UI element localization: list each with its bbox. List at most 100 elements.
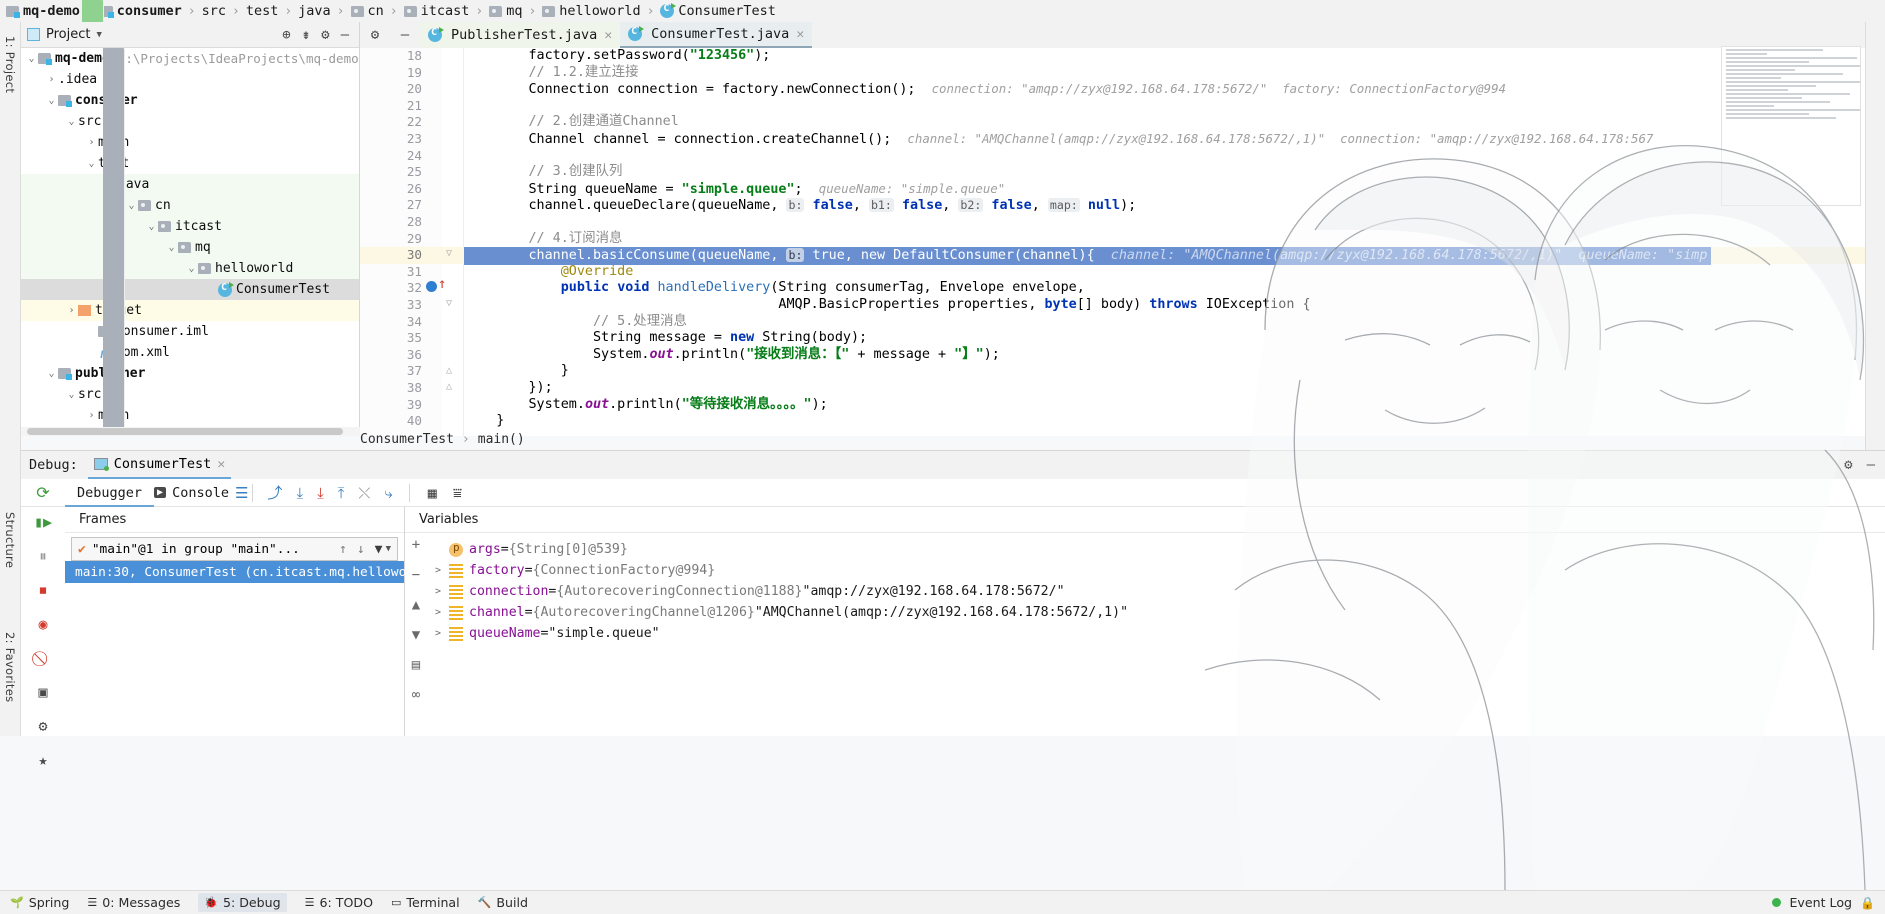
variable-row-factory[interactable]: > factory = {ConnectionFactory@994}	[427, 560, 1885, 581]
code-line[interactable]: 25 // 3.创建队列	[360, 164, 1885, 181]
tree-item-src[interactable]: ⌄ src	[21, 48, 359, 436]
tree-item-consumer-iml[interactable]: consumer.iml	[21, 321, 359, 342]
stop-icon[interactable]: ⏹	[39, 581, 47, 599]
breadcrumb-item-cn[interactable]: cn	[350, 3, 384, 19]
collapse-all-icon[interactable]: ⇟	[302, 28, 310, 42]
status-item-todo[interactable]: ☰ 6: TODO	[305, 895, 373, 910]
chevron-right-icon[interactable]: ›	[45, 74, 58, 85]
breadcrumb-item-helloworld[interactable]: helloworld	[542, 3, 641, 19]
variables-list[interactable]: args = {String[0]@539} > factory = {Connec…	[427, 533, 1885, 736]
breadcrumb-item-src[interactable]: src	[82, 0, 226, 388]
variable-row-connection[interactable]: > connection = {AutorecoveringConnection@…	[427, 581, 1885, 602]
status-item-debug[interactable]: 🐞 5: Debug	[198, 893, 287, 912]
breadcrumb-class[interactable]: ConsumerTest	[360, 432, 454, 447]
chevron-down-icon[interactable]: ⌄	[25, 53, 38, 64]
code-line[interactable]: 24	[360, 148, 1885, 165]
code-line[interactable]: 23 Channel channel = connection.createCh…	[360, 131, 1885, 148]
chevron-down-icon[interactable]: ⌄	[65, 389, 78, 400]
tool-button-structure[interactable]: Structure	[3, 512, 17, 568]
step-out-icon[interactable]: ⤒	[338, 484, 345, 502]
close-icon[interactable]: ✕	[604, 28, 612, 43]
lock-icon[interactable]: 🔒	[1860, 896, 1875, 910]
code-view[interactable]: 18 factory.setPassword("123456"); 19 // 1…	[360, 48, 1885, 436]
drop-frame-icon[interactable]: ⤬	[358, 484, 370, 502]
tree-item-publisher[interactable]: ⌄publisher	[21, 363, 359, 384]
chevron-down-icon[interactable]: ⌄	[185, 263, 198, 274]
hide-icon[interactable]: —	[1867, 457, 1875, 473]
tool-button-favorites[interactable]: 2: Favorites	[3, 632, 17, 702]
breadcrumb-item-mq[interactable]: mq	[489, 3, 522, 19]
close-icon[interactable]: ✕	[217, 457, 225, 472]
step-into-icon[interactable]: ⤓	[296, 484, 303, 502]
tree-item-target[interactable]: ›target	[21, 300, 359, 321]
breadcrumb-item-consumertest[interactable]: ConsumerTest	[660, 3, 776, 19]
code-line[interactable]: 19 // 1.2.建立连接	[360, 65, 1885, 82]
chevron-down-icon[interactable]: ⌄	[125, 200, 138, 211]
screenshot-icon[interactable]: ▣	[38, 683, 47, 701]
code-minimap[interactable]	[1721, 46, 1861, 206]
chevron-right-icon[interactable]: ›	[65, 305, 78, 316]
fold-marker-icon[interactable]: △	[446, 365, 452, 376]
hide-icon[interactable]: —	[341, 28, 349, 42]
code-line[interactable]: 28	[360, 214, 1885, 231]
tree-item--idea[interactable]: › .idea	[21, 48, 359, 436]
chevron-right-icon[interactable]: >	[427, 607, 449, 618]
breadcrumb-item-mq-demo[interactable]: mq-demo	[6, 3, 80, 19]
copy-value-icon[interactable]: ▤	[412, 657, 420, 673]
pause-program-icon[interactable]: ⏸	[39, 547, 47, 565]
tree-item-mq[interactable]: ⌄ mq	[21, 237, 359, 258]
chevron-down-icon[interactable]: ⌄	[45, 368, 58, 379]
evaluate-expression-icon[interactable]: ▦	[414, 484, 437, 502]
code-line[interactable]: 31 @Override	[360, 264, 1885, 281]
chevron-right-icon[interactable]: >	[427, 628, 449, 639]
debug-config-tab[interactable]: ConsumerTest ✕	[87, 451, 232, 479]
tree-item-test[interactable]: ⌄test	[21, 48, 359, 436]
chevron-down-icon[interactable]: ⌄	[85, 158, 98, 169]
status-item-build[interactable]: 🔨 Build	[478, 895, 528, 910]
tree-item-main[interactable]: ›main	[21, 48, 359, 436]
editor-tab-consumertest[interactable]: ConsumerTest.java ✕	[620, 22, 813, 48]
chevron-right-icon[interactable]: >	[427, 565, 449, 576]
settings-list-icon[interactable]: ⩸	[437, 484, 462, 502]
fold-marker-icon[interactable]: △	[446, 381, 452, 392]
help-icon[interactable]: ★	[38, 751, 47, 769]
tree-item-cn[interactable]: ⌄ cn	[21, 195, 359, 216]
breadcrumb-item-consumer[interactable]: consumer	[99, 3, 182, 19]
code-line[interactable]: 22 // 2.创建通道Channel	[360, 114, 1885, 131]
tab-debugger[interactable]: Debugger	[65, 479, 155, 507]
frame-down-icon[interactable]: ↓	[357, 542, 365, 557]
status-item-terminal[interactable]: ▭ Terminal	[391, 895, 460, 910]
code-line[interactable]: 37 }	[360, 363, 1885, 380]
thread-selector[interactable]: ✔ "main"@1 in group "main"... ▼ ↑ ↓ ▼	[71, 537, 398, 561]
code-line[interactable]: 33 AMQP.BasicProperties properties, byte…	[360, 297, 1885, 314]
stack-frame-row[interactable]: main:30, ConsumerTest (cn.itcast.mq.hell…	[65, 561, 437, 583]
breadcrumb-method[interactable]: main()	[478, 432, 525, 447]
code-line[interactable]: 21	[360, 98, 1885, 115]
view-breakpoints-icon[interactable]: ◉	[38, 615, 47, 633]
code-line[interactable]: 30 channel.basicConsume(queueName, b: tr…	[360, 247, 1885, 265]
layout-icon[interactable]: ☰	[235, 484, 248, 502]
event-log-label[interactable]: Event Log	[1789, 895, 1852, 910]
chevron-right-icon[interactable]: ›	[85, 137, 98, 148]
project-tree[interactable]: ⌄ mq-demo G:\Projects\IdeaProjects\mq-demo…	[21, 48, 359, 436]
run-to-cursor-icon[interactable]: ⤷	[384, 484, 392, 502]
chevron-right-icon[interactable]: ›	[85, 410, 98, 421]
code-line[interactable]: 29 // 4.订阅消息	[360, 231, 1885, 248]
tree-item-mq-demo[interactable]: ⌄ mq-demo G:\Projects\IdeaProjects\mq-demo	[21, 48, 359, 69]
code-line[interactable]: 27 channel.queueDeclare(queueName, b: fa…	[360, 197, 1885, 214]
remove-watch-icon[interactable]: −	[412, 567, 420, 583]
tree-item-helloworld[interactable]: ⌄ helloworld	[21, 258, 359, 279]
breadcrumb-item-itcast[interactable]: itcast	[403, 3, 469, 19]
code-line[interactable]: 18 factory.setPassword("123456");	[360, 48, 1885, 65]
variable-row-channel[interactable]: > channel = {AutorecoveringChannel@1206} …	[427, 602, 1885, 623]
tree-item-main[interactable]: ›main	[21, 48, 359, 436]
breadcrumb-item-test[interactable]: test	[82, 0, 278, 388]
code-line[interactable]: 39 System.out.println("等待接收消息。。。。");	[360, 397, 1885, 414]
chevron-down-icon[interactable]: ⌄	[45, 95, 58, 106]
code-line[interactable]: 35 String message = new String(body);	[360, 330, 1885, 347]
breadcrumb-item-java[interactable]: java	[82, 0, 331, 388]
code-lines[interactable]: 18 factory.setPassword("123456"); 19 // 1…	[360, 48, 1885, 436]
hide-icon[interactable]: —	[401, 27, 409, 43]
editor-tab-publishertest[interactable]: PublisherTest.java ✕	[420, 22, 621, 48]
locate-icon[interactable]: ⊕	[282, 28, 290, 42]
